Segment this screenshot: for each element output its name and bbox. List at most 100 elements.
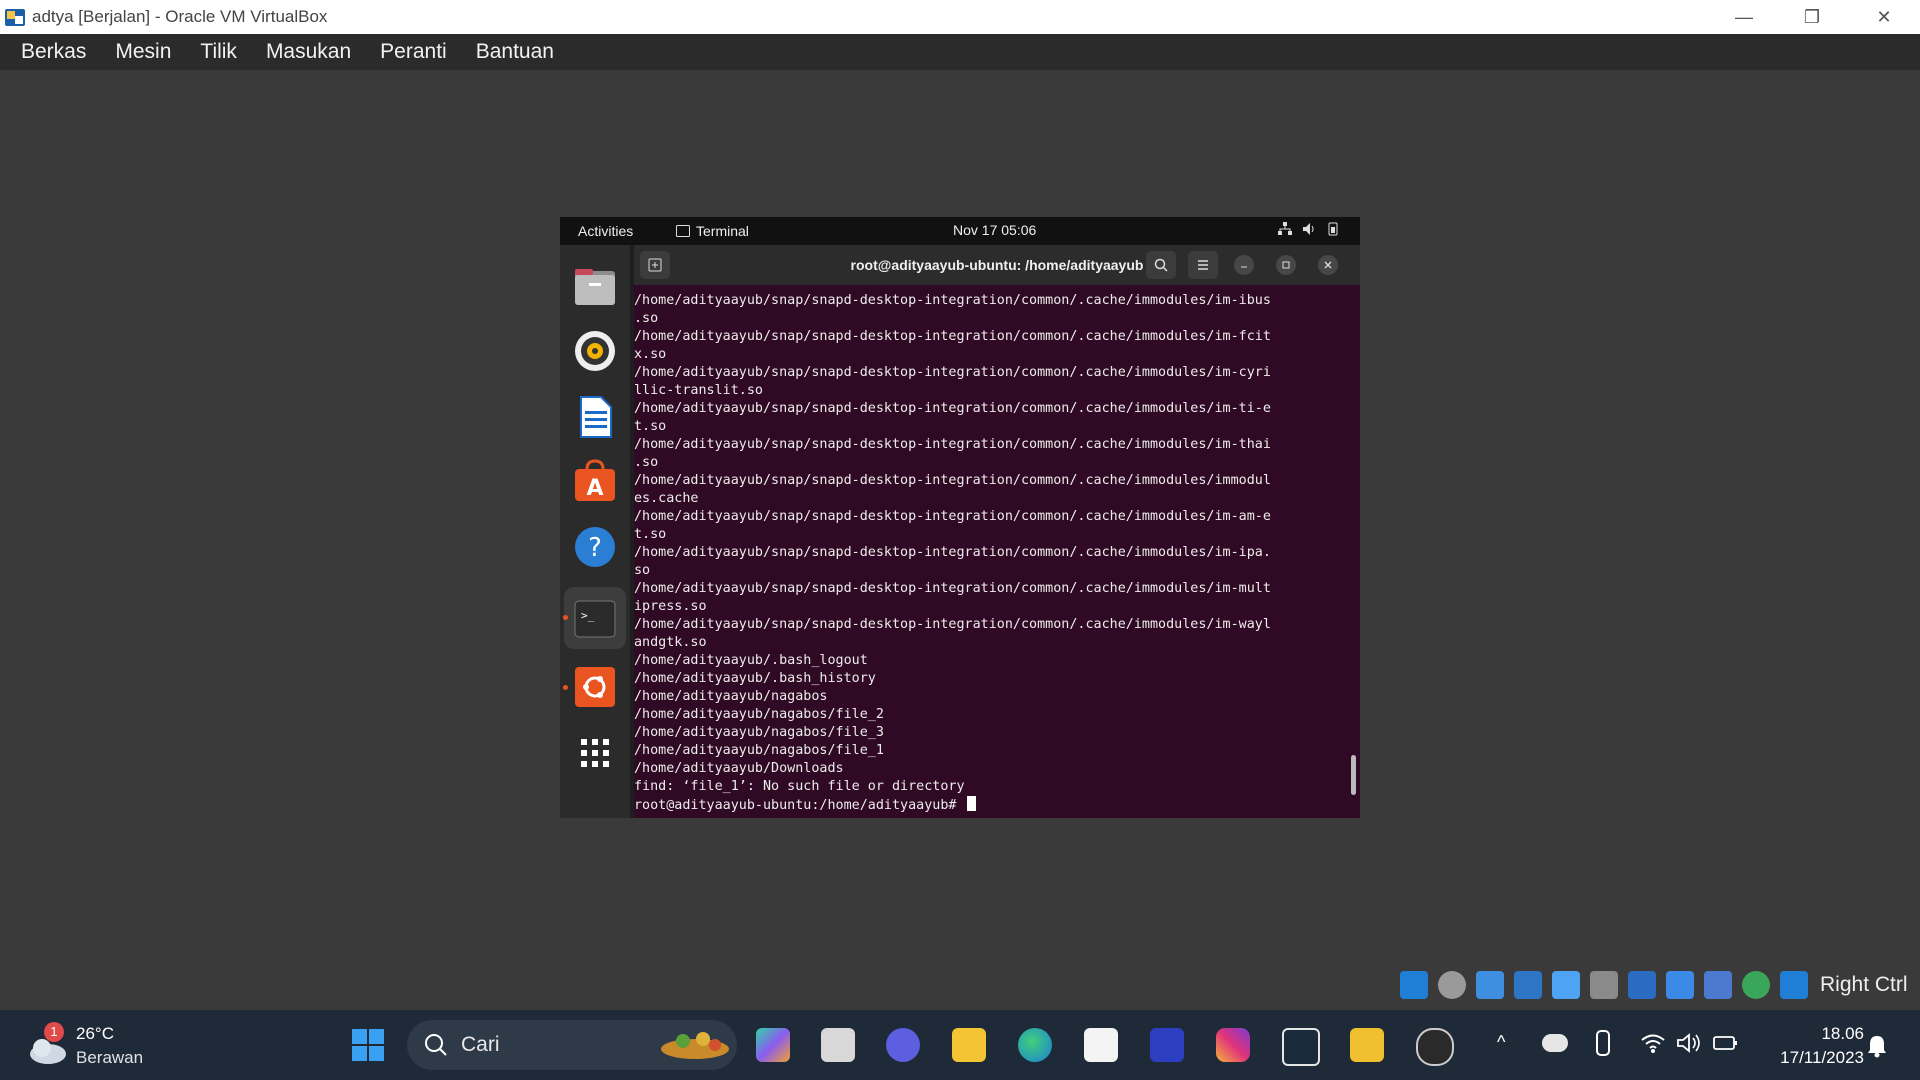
obs-icon[interactable] bbox=[1416, 1028, 1454, 1066]
terminal-close-button[interactable] bbox=[1318, 255, 1338, 275]
guest-screen[interactable]: Activities Terminal Nov 17 05:06 A ? >_ … bbox=[560, 217, 1360, 818]
optical-drive-icon[interactable] bbox=[1438, 971, 1466, 999]
vbox-statusbar: Right Ctrl bbox=[1400, 965, 1920, 1005]
ubuntu-icon[interactable] bbox=[573, 665, 617, 709]
terminal-line: es.cache bbox=[634, 491, 699, 506]
terminal-line: .so bbox=[634, 455, 659, 470]
terminal-line: /home/adityaayub/nagabos/file_3 bbox=[634, 725, 884, 740]
terminal-line: andgtk.so bbox=[634, 635, 707, 650]
terminal-line: x.so bbox=[634, 347, 667, 362]
network-adapter-icon[interactable] bbox=[1514, 971, 1542, 999]
edge-icon[interactable] bbox=[1018, 1028, 1052, 1062]
hamburger-menu-button[interactable] bbox=[1188, 251, 1218, 279]
topbar-clock[interactable]: Nov 17 05:06 bbox=[953, 222, 1036, 238]
terminal-line: /home/adityaayub/snap/snapd-desktop-inte… bbox=[634, 617, 1271, 632]
search-placeholder: Cari bbox=[461, 1033, 500, 1056]
menu-peranti[interactable]: Peranti bbox=[380, 40, 447, 64]
menu-tilik[interactable]: Tilik bbox=[200, 40, 237, 64]
app-grid-icon[interactable] bbox=[573, 731, 617, 775]
menu-berkas[interactable]: Berkas bbox=[21, 40, 86, 64]
svg-text:?: ? bbox=[588, 533, 602, 563]
terminal-line: /home/adityaayub/.bash_history bbox=[634, 671, 876, 686]
terminal-line: .so bbox=[634, 311, 659, 326]
files-icon[interactable] bbox=[573, 265, 617, 309]
close-icon bbox=[1324, 261, 1332, 269]
onedrive-icon[interactable] bbox=[1542, 1034, 1568, 1052]
restore-button[interactable]: ❐ bbox=[1782, 0, 1842, 34]
app-menu[interactable]: Terminal bbox=[676, 223, 749, 239]
search-icon bbox=[1154, 258, 1168, 272]
search-highlight-image bbox=[661, 1032, 729, 1059]
search-button[interactable] bbox=[1146, 251, 1176, 279]
battery-icon[interactable] bbox=[1712, 1032, 1738, 1054]
copilot-icon[interactable] bbox=[756, 1028, 790, 1062]
weather-temp: 26°C bbox=[76, 1024, 114, 1043]
terminal-line: /home/adityaayub/snap/snapd-desktop-inte… bbox=[634, 437, 1271, 452]
notification-bell-icon[interactable] bbox=[1866, 1034, 1888, 1058]
terminal-output[interactable]: /home/adityaayub/snap/snapd-desktop-inte… bbox=[634, 292, 1349, 814]
help-icon[interactable]: ? bbox=[573, 525, 617, 569]
svg-text:>_: >_ bbox=[581, 609, 595, 622]
software-icon[interactable]: A bbox=[573, 459, 617, 503]
usb-icon[interactable] bbox=[1552, 971, 1580, 999]
menu-mesin[interactable]: Mesin bbox=[115, 40, 171, 64]
terminal-line: /home/adityaayub/snap/snapd-desktop-inte… bbox=[634, 293, 1271, 308]
prompt-text: root@adityaayub-ubuntu:/home/adityaayub# bbox=[634, 798, 965, 813]
minimize-icon bbox=[1241, 266, 1247, 268]
task-view-icon[interactable] bbox=[821, 1028, 855, 1062]
start-button[interactable] bbox=[351, 1028, 385, 1062]
virtualbox-icon bbox=[4, 6, 26, 28]
harddisk-icon[interactable] bbox=[1400, 971, 1428, 999]
terminal-line: /home/adityaayub/nagabos/file_1 bbox=[634, 743, 884, 758]
windows-logo-icon bbox=[352, 1029, 384, 1061]
svg-text:A: A bbox=[586, 476, 603, 501]
menu-masukan[interactable]: Masukan bbox=[266, 40, 351, 64]
terminal-line: /home/adityaayub/snap/snapd-desktop-inte… bbox=[634, 509, 1271, 524]
window-title: adtya [Berjalan] - Oracle VM VirtualBox bbox=[32, 7, 328, 26]
teams-chat-icon[interactable] bbox=[886, 1028, 920, 1062]
vtx-icon[interactable] bbox=[1704, 971, 1732, 999]
running-indicator-2 bbox=[563, 685, 568, 690]
menu-bantuan[interactable]: Bantuan bbox=[476, 40, 554, 64]
taskbar-search[interactable]: Cari bbox=[407, 1020, 737, 1070]
volume-icon bbox=[1303, 223, 1314, 235]
system-tray[interactable] bbox=[1278, 222, 1340, 236]
terminal-line: /home/adityaayub/snap/snapd-desktop-inte… bbox=[634, 473, 1271, 488]
wifi-icon[interactable] bbox=[1640, 1032, 1666, 1054]
terminal-small-icon bbox=[676, 225, 690, 237]
terminal-icon[interactable]: >_ bbox=[573, 597, 617, 641]
writer-icon[interactable] bbox=[573, 395, 617, 439]
terminal-minimize-button[interactable] bbox=[1234, 255, 1254, 275]
clock-time: 18.06 bbox=[1821, 1024, 1864, 1043]
terminal-cursor bbox=[966, 796, 976, 811]
terminal-line: /home/adityaayub/nagabos bbox=[634, 689, 828, 704]
terminal-line: /home/adityaayub/snap/snapd-desktop-inte… bbox=[634, 329, 1271, 344]
network-icon bbox=[1278, 222, 1292, 235]
terminal-line: llic-translit.so bbox=[634, 383, 763, 398]
virtualbox-taskbar-icon[interactable] bbox=[1350, 1028, 1384, 1062]
instagram-icon[interactable] bbox=[1216, 1028, 1250, 1062]
file-explorer-icon[interactable] bbox=[952, 1028, 986, 1062]
speaker-icon[interactable] bbox=[1676, 1032, 1702, 1054]
keyboard-capture-icon[interactable] bbox=[1780, 971, 1808, 999]
activities-button[interactable]: Activities bbox=[578, 223, 633, 239]
microphone-icon[interactable] bbox=[1596, 1030, 1610, 1056]
terminal-window[interactable]: root@adityaayub-ubuntu: /home/adityaayub… bbox=[634, 245, 1360, 818]
taskbar-clock[interactable]: 18.06 17/11/2023 bbox=[1780, 1022, 1864, 1070]
3d-viewer-icon[interactable] bbox=[1282, 1028, 1320, 1066]
rhythmbox-icon[interactable] bbox=[573, 329, 617, 373]
minimize-button[interactable]: — bbox=[1714, 0, 1774, 34]
terminal-maximize-button[interactable] bbox=[1276, 255, 1296, 275]
audio-icon[interactable] bbox=[1476, 971, 1504, 999]
recording-icon[interactable] bbox=[1666, 971, 1694, 999]
app-icon[interactable] bbox=[1150, 1028, 1184, 1062]
mouse-integration-icon[interactable] bbox=[1742, 971, 1770, 999]
terminal-line: find: ‘file_1’: No such file or director… bbox=[634, 779, 965, 794]
shared-folder-icon[interactable] bbox=[1590, 971, 1618, 999]
terminal-prompt[interactable]: root@adityaayub-ubuntu:/home/adityaayub# bbox=[634, 796, 1349, 814]
display-icon[interactable] bbox=[1628, 971, 1656, 999]
close-button[interactable]: ✕ bbox=[1854, 0, 1914, 34]
terminal-scrollbar[interactable] bbox=[1351, 755, 1356, 795]
chevron-up-icon[interactable]: ^ bbox=[1497, 1032, 1505, 1053]
microsoft-store-icon[interactable] bbox=[1084, 1028, 1118, 1062]
